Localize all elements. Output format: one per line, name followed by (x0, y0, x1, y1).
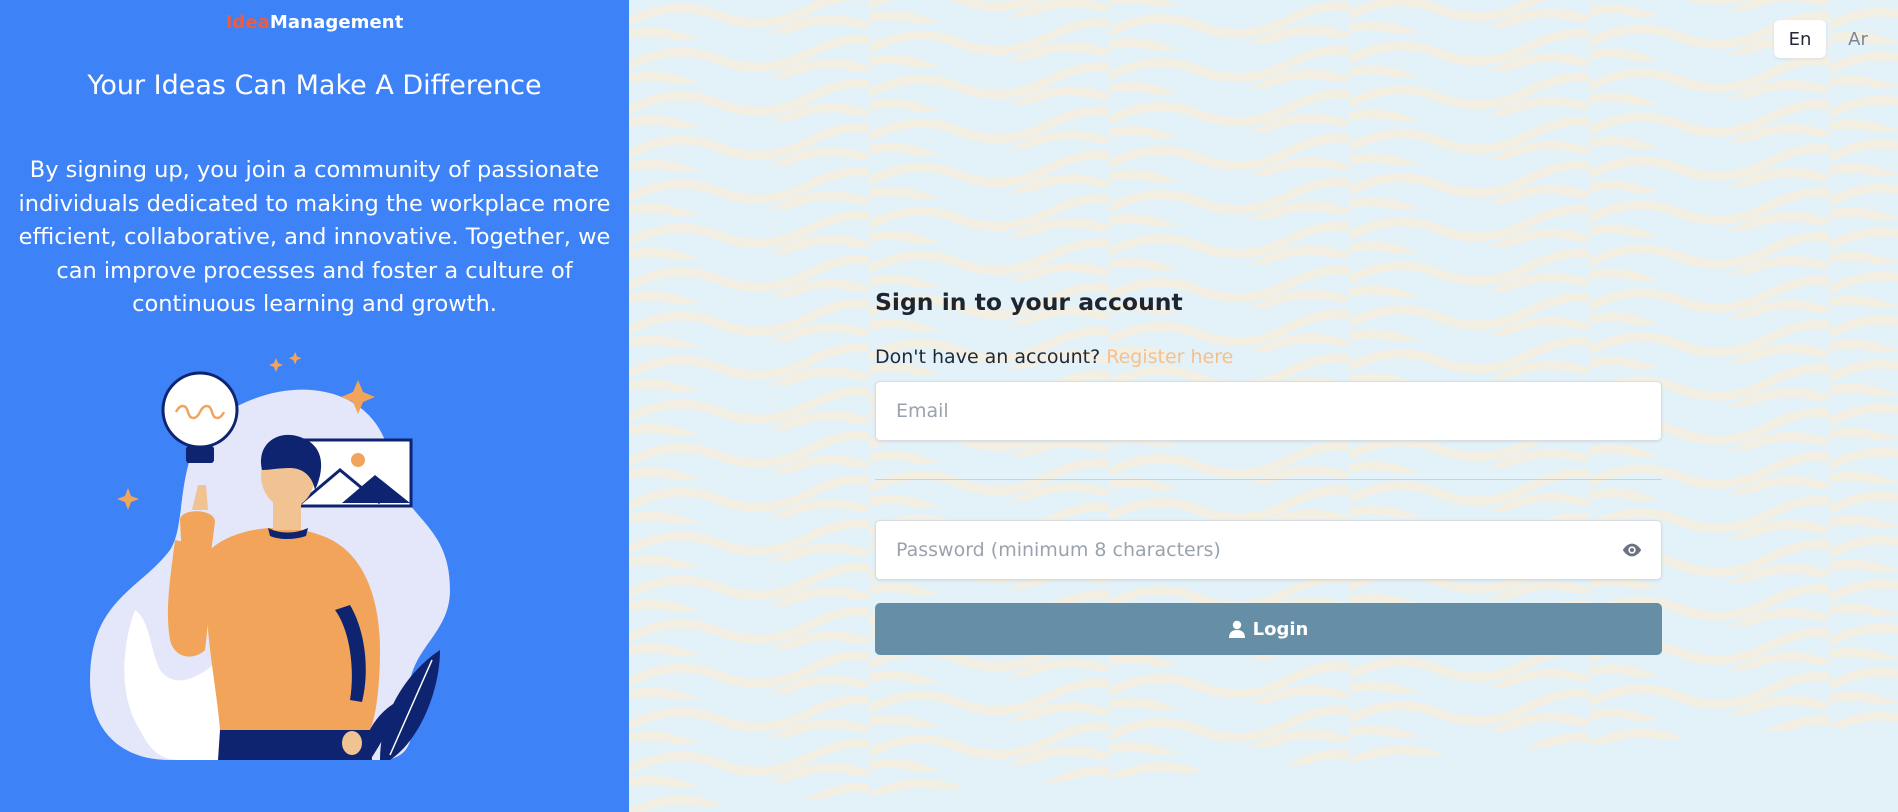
brand-logo: IdeaManagement (0, 12, 629, 33)
promo-panel: IdeaManagement Your Ideas Can Make A Dif… (0, 0, 629, 812)
password-field-wrapper (875, 520, 1662, 580)
hero-headline: Your Ideas Can Make A Difference (87, 70, 542, 101)
hero-blurb: By signing up, you join a community of p… (18, 157, 611, 318)
email-field-wrapper (875, 381, 1662, 441)
user-icon (1228, 620, 1245, 638)
login-label: Login (1252, 618, 1309, 640)
eye-icon[interactable] (1621, 541, 1643, 559)
hero-illustration (90, 351, 450, 760)
password-field[interactable] (876, 521, 1661, 579)
signin-panel: En Ar Sign in to your account Don't have… (629, 0, 1898, 812)
signin-form: Sign in to your account Don't have an ac… (875, 288, 1662, 655)
email-field[interactable] (876, 382, 1661, 440)
signup-prompt-line: Don't have an account? Register here (875, 346, 1662, 368)
form-divider (875, 479, 1662, 480)
login-button[interactable]: Login (875, 603, 1662, 655)
signup-prompt: Don't have an account? (875, 346, 1101, 368)
language-option-en[interactable]: En (1774, 20, 1826, 58)
language-option-ar[interactable]: Ar (1832, 20, 1884, 58)
login-page: IdeaManagement Your Ideas Can Make A Dif… (0, 0, 1898, 812)
register-link[interactable]: Register here (1106, 346, 1233, 368)
brand-logo-idea: Idea (225, 12, 270, 33)
brand-logo-management: Management (269, 12, 404, 33)
form-title: Sign in to your account (875, 288, 1183, 316)
language-switcher: En Ar (1774, 20, 1884, 58)
